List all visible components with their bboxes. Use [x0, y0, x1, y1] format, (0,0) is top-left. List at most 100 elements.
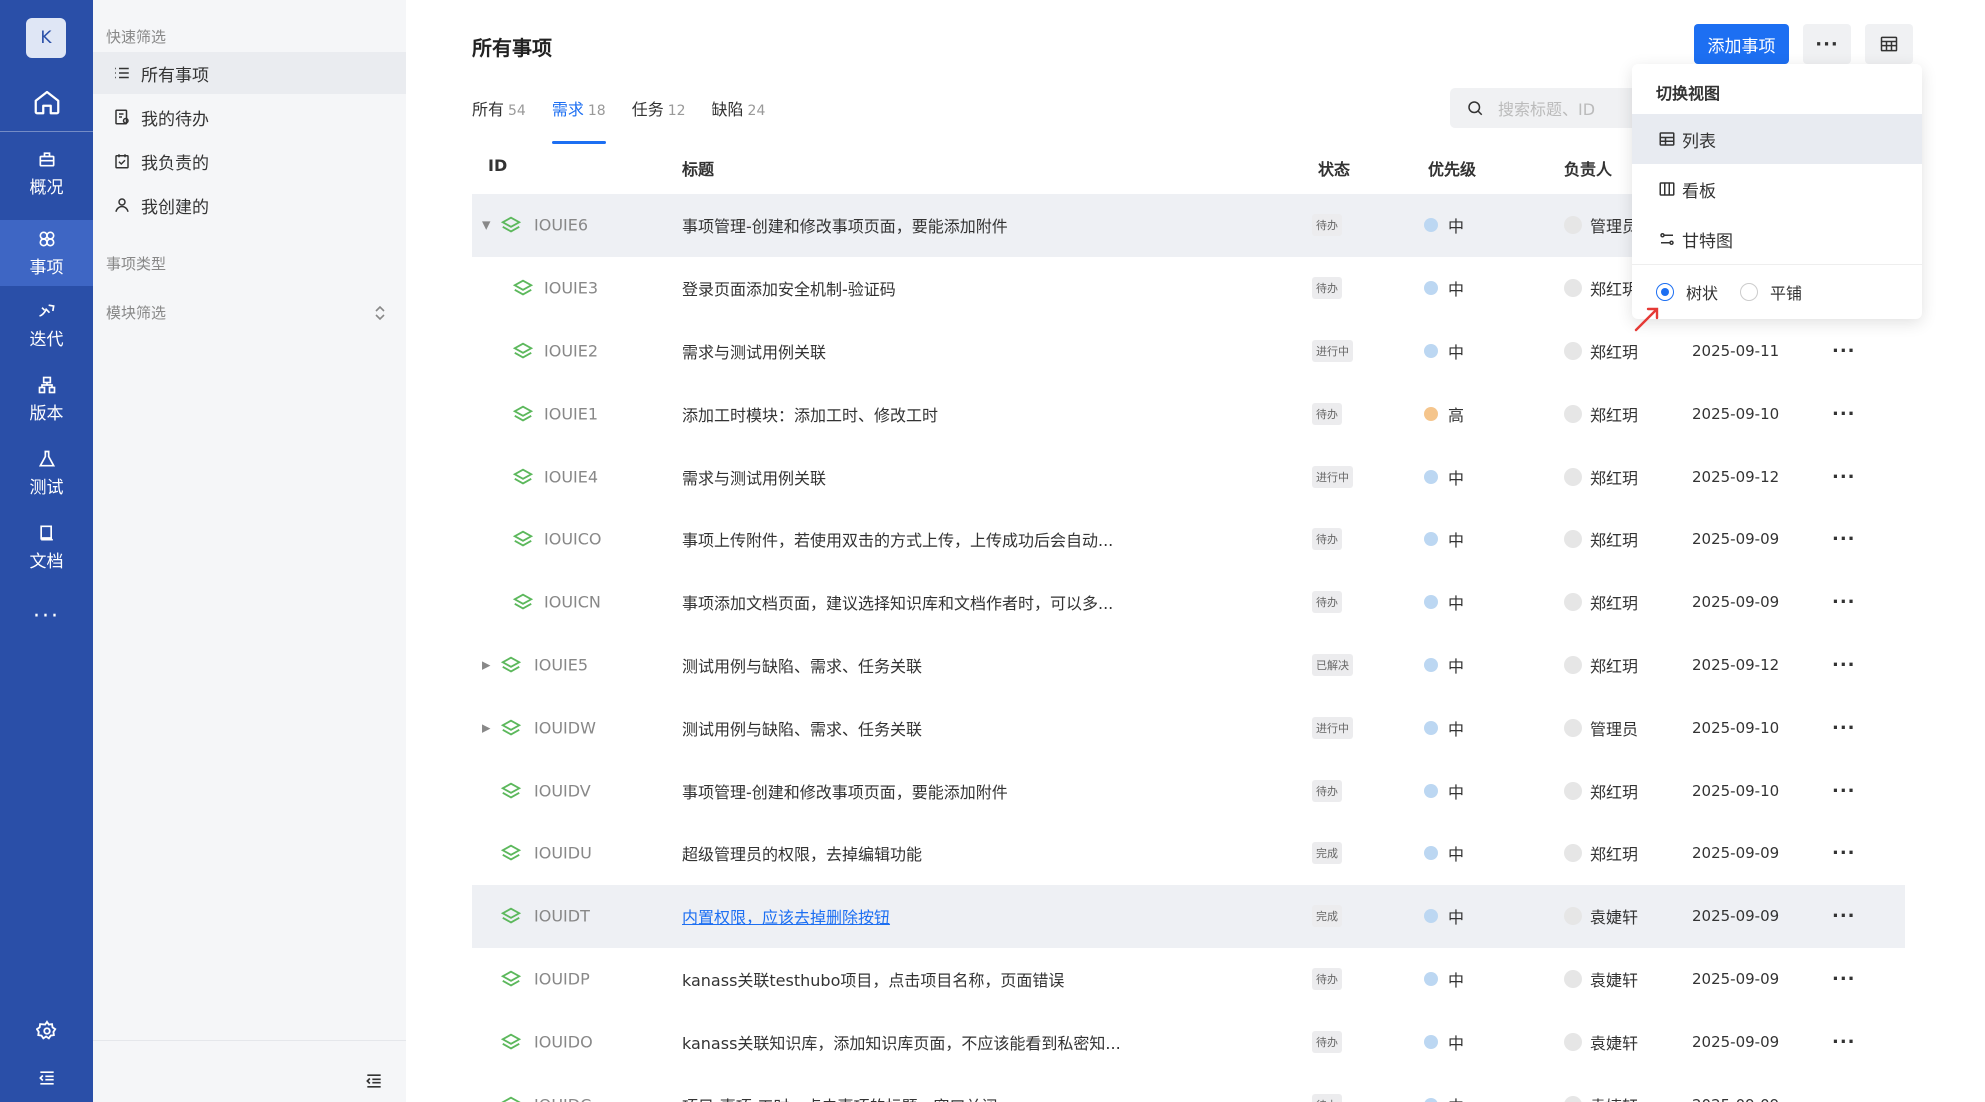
more-actions-button[interactable]: ···	[1803, 24, 1851, 64]
nav-docs[interactable]: 文档	[0, 514, 93, 580]
item-title[interactable]: kanass关联知识库，添加知识库页面，不应该能看到私密知...	[682, 1030, 1121, 1054]
item-id[interactable]: IOUIDW	[534, 718, 596, 737]
priority[interactable]: 中	[1424, 904, 1464, 928]
view-option-kanban[interactable]: 看板	[1632, 164, 1922, 214]
item-title[interactable]: 添加工时模块：添加工时、修改工时	[682, 402, 938, 426]
priority[interactable]: 中	[1424, 967, 1464, 991]
filter-my-created[interactable]: 我创建的	[93, 184, 406, 226]
nav-overview[interactable]: 概况	[0, 140, 93, 206]
expand-caret-icon[interactable]: ▶	[482, 721, 490, 734]
owner[interactable]: 郑红玥	[1564, 402, 1638, 426]
status-badge[interactable]: 完成	[1312, 842, 1342, 865]
collapse-panel-icon[interactable]	[363, 1071, 385, 1091]
table-row[interactable]: ▶ IOUIE5 测试用例与缺陷、需求、任务关联 已解决 中 郑红玥 2025-…	[472, 634, 1905, 697]
item-id[interactable]: IOUIE4	[544, 467, 598, 486]
item-title[interactable]: 事项添加文档页面，建议选择知识库和文档作者时，可以多...	[682, 590, 1113, 614]
priority[interactable]: 中	[1424, 1093, 1464, 1102]
owner[interactable]: 郑红玥	[1564, 276, 1638, 300]
owner[interactable]: 郑红玥	[1564, 339, 1638, 363]
item-title[interactable]: 超级管理员的权限，去掉编辑功能	[682, 841, 922, 865]
item-id[interactable]: IOUIDO	[534, 1032, 593, 1051]
status-badge[interactable]: 完成	[1312, 905, 1342, 928]
priority[interactable]: 中	[1424, 339, 1464, 363]
row-actions-button[interactable]: ···	[1832, 717, 1856, 738]
priority[interactable]: 中	[1424, 779, 1464, 803]
item-id[interactable]: IOUIDV	[534, 781, 591, 800]
status-badge[interactable]: 待办	[1312, 402, 1342, 425]
table-row[interactable]: IOUIDV 事项管理-创建和修改事项页面，要能添加附件 待办 中 郑红玥 20…	[472, 759, 1905, 822]
table-row[interactable]: IOUIE4 需求与测试用例关联 进行中 中 郑红玥 2025-09-12 ··…	[472, 445, 1905, 508]
tab-all[interactable]: 所有 54	[472, 96, 526, 132]
item-title[interactable]: 事项上传附件，若使用双击的方式上传，上传成功后会自动...	[682, 527, 1113, 551]
nav-version[interactable]: 版本	[0, 366, 93, 432]
row-actions-button[interactable]: ···	[1832, 1094, 1856, 1102]
owner[interactable]: 郑红玥	[1564, 465, 1638, 489]
item-id[interactable]: IOUIE6	[534, 216, 588, 235]
mode-flat-radio[interactable]: 平铺	[1740, 280, 1802, 304]
filter-all-items[interactable]: 所有事项	[93, 52, 406, 94]
item-title[interactable]: 项目-事项-工时：点击事项的标题，窗口关闭	[682, 1093, 998, 1102]
status-badge[interactable]: 待办	[1312, 277, 1342, 300]
col-status[interactable]: 状态	[1318, 156, 1350, 180]
row-actions-button[interactable]: ···	[1832, 968, 1856, 989]
table-row[interactable]: IOUICN 事项添加文档页面，建议选择知识库和文档作者时，可以多... 待办 …	[472, 571, 1905, 634]
table-row[interactable]: IOUIDU 超级管理员的权限，去掉编辑功能 完成 中 郑红玥 2025-09-…	[472, 822, 1905, 885]
item-id[interactable]: IOUICO	[544, 530, 602, 549]
collapse-rail-button[interactable]	[0, 1068, 93, 1088]
item-title[interactable]: kanass关联testhubo项目，点击项目名称，页面错误	[682, 967, 1064, 991]
view-option-gantt[interactable]: 甘特图	[1632, 214, 1922, 264]
status-badge[interactable]: 待办	[1312, 1093, 1342, 1102]
status-badge[interactable]: 已解决	[1312, 653, 1353, 676]
col-id[interactable]: ID	[488, 156, 507, 175]
add-item-button[interactable]: 添加事项	[1694, 24, 1789, 64]
table-row[interactable]: IOUIDC 项目-事项-工时：点击事项的标题，窗口关闭 待办 中 袁婕轩 20…	[472, 1073, 1905, 1102]
table-row[interactable]: IOUIDT 内置权限，应该去掉删除按钮 完成 中 袁婕轩 2025-09-09…	[472, 884, 1905, 948]
nav-items[interactable]: 事项	[0, 220, 93, 286]
status-badge[interactable]: 待办	[1312, 528, 1342, 551]
priority[interactable]: 中	[1424, 590, 1464, 614]
table-row[interactable]: IOUIDO kanass关联知识库，添加知识库页面，不应该能看到私密知... …	[472, 1010, 1905, 1073]
workspace-avatar[interactable]: K	[26, 18, 66, 58]
owner[interactable]: 管理员	[1564, 716, 1638, 740]
owner[interactable]: 郑红玥	[1564, 527, 1638, 551]
item-id[interactable]: IOUIDC	[534, 1095, 591, 1102]
owner[interactable]: 郑红玥	[1564, 779, 1638, 803]
status-badge[interactable]: 待办	[1312, 967, 1342, 990]
owner[interactable]: 袁婕轩	[1564, 1030, 1638, 1054]
filter-my-todo[interactable]: 我的待办	[93, 96, 406, 138]
nav-sprint[interactable]: 迭代	[0, 292, 93, 358]
status-badge[interactable]: 待办	[1312, 1030, 1342, 1053]
expand-collapse-icon[interactable]	[373, 304, 387, 322]
item-title[interactable]: 事项管理-创建和修改事项页面，要能添加附件	[682, 779, 1008, 803]
row-actions-button[interactable]: ···	[1832, 466, 1856, 487]
table-row[interactable]: IOUIE2 需求与测试用例关联 进行中 中 郑红玥 2025-09-11 ··…	[472, 320, 1905, 383]
settings-button[interactable]	[0, 1020, 93, 1042]
priority[interactable]: 中	[1424, 716, 1464, 740]
item-id[interactable]: IOUIE3	[544, 279, 598, 298]
col-title[interactable]: 标题	[682, 156, 714, 180]
row-actions-button[interactable]: ···	[1832, 1031, 1856, 1052]
owner[interactable]: 管理员	[1564, 213, 1638, 237]
item-id[interactable]: IOUIDP	[534, 969, 590, 988]
priority[interactable]: 中	[1424, 653, 1464, 677]
owner[interactable]: 郑红玥	[1564, 841, 1638, 865]
more-nav-button[interactable]: ···	[0, 604, 93, 629]
status-badge[interactable]: 待办	[1312, 214, 1342, 237]
item-title[interactable]: 事项管理-创建和修改事项页面，要能添加附件	[682, 213, 1008, 237]
tab-task[interactable]: 任务 12	[632, 96, 686, 132]
row-actions-button[interactable]: ···	[1832, 340, 1856, 361]
owner[interactable]: 郑红玥	[1564, 653, 1638, 677]
table-row[interactable]: IOUIE1 添加工时模块：添加工时、修改工时 待办 高 郑红玥 2025-09…	[472, 382, 1905, 445]
item-title[interactable]: 需求与测试用例关联	[682, 465, 826, 489]
expand-caret-icon[interactable]: ▶	[482, 658, 490, 671]
col-owner[interactable]: 负责人	[1564, 156, 1612, 180]
owner[interactable]: 郑红玥	[1564, 590, 1638, 614]
priority[interactable]: 中	[1424, 1030, 1464, 1054]
item-title[interactable]: 内置权限，应该去掉删除按钮	[682, 904, 890, 928]
view-option-list[interactable]: 列表	[1632, 114, 1922, 164]
item-id[interactable]: IOUIE5	[534, 655, 588, 674]
item-id[interactable]: IOUIDU	[534, 844, 592, 863]
module-filter-heading[interactable]: 模块筛选	[106, 302, 166, 323]
item-title[interactable]: 登录页面添加安全机制-验证码	[682, 276, 896, 300]
status-badge[interactable]: 待办	[1312, 591, 1342, 614]
